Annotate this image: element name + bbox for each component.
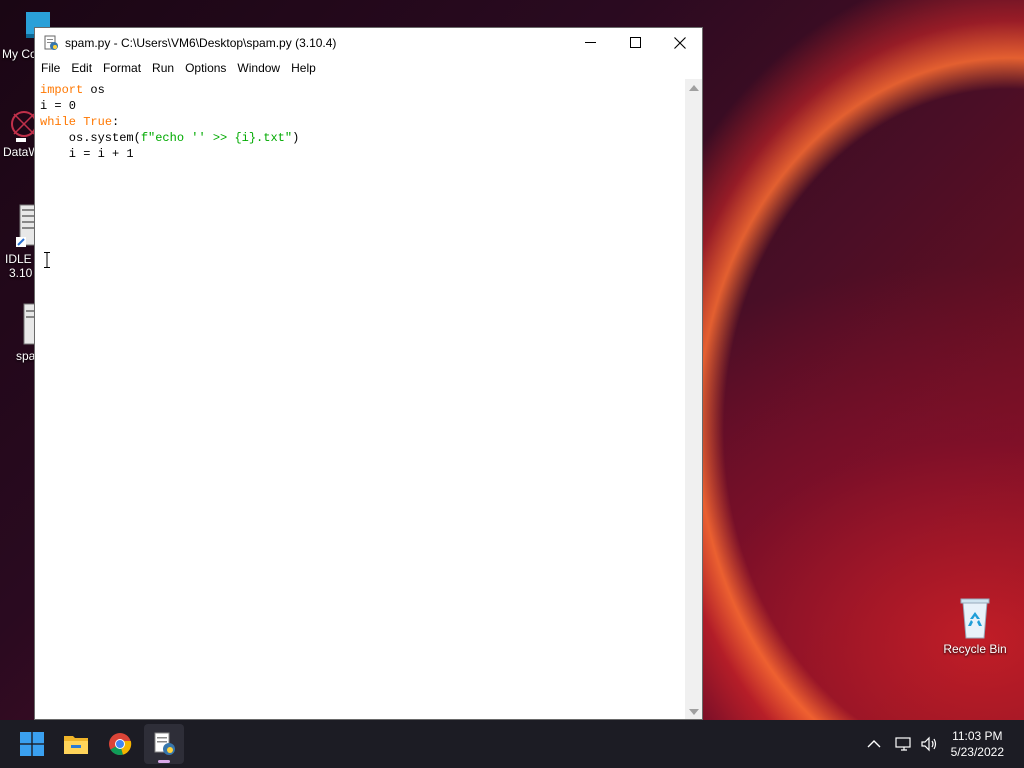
active-indicator [158,760,170,763]
chevron-up-icon[interactable] [867,739,881,749]
chrome-icon [109,733,132,756]
file-explorer-button[interactable] [56,720,96,768]
text-cursor-icon [44,252,50,268]
desktop-icon-label: Recycle Bin [943,642,1007,656]
menu-format[interactable]: Format [98,61,146,75]
code-token: : [112,115,120,129]
menu-help[interactable]: Help [286,61,321,75]
keyword: import [40,83,84,97]
idle-editor-window[interactable]: spam.py - C:\Users\VM6\Desktop\spam.py (… [34,27,703,720]
code-line-5: i = i + 1 [40,147,134,161]
idle-file-icon [44,35,58,50]
system-tray: 11:03 PM 5/23/2022 [867,720,1024,768]
chrome-button[interactable] [100,720,140,768]
python-file-icon [23,303,39,345]
minimize-icon [584,42,596,43]
network-icon[interactable] [895,736,913,752]
code-line-1: import os [40,82,685,98]
desktop-icon-recycle-bin[interactable]: Recycle Bin [940,594,1010,656]
keyword: while [40,115,77,129]
title-bar[interactable]: spam.py - C:\Users\VM6\Desktop\spam.py (… [35,28,702,57]
clock[interactable]: 11:03 PM 5/23/2022 [951,728,1004,760]
menu-options[interactable]: Options [180,61,231,75]
string-literal: f"echo '' >> {i}.txt" [140,131,293,145]
idle-taskbar-button[interactable] [144,724,184,764]
code-line-3: while True: [40,114,685,130]
recycle-bin-icon [960,598,990,639]
close-button[interactable] [657,28,703,57]
menu-edit[interactable]: Edit [66,61,97,75]
minimize-button[interactable] [567,28,613,57]
windows-start-icon [20,732,44,756]
maximize-button[interactable] [612,28,658,57]
keyword: True [83,115,113,129]
idle-icon [16,204,37,247]
file-explorer-icon [64,736,88,754]
window-title: spam.py - C:\Users\VM6\Desktop\spam.py (… [65,35,337,50]
scroll-down-arrow-icon[interactable] [689,709,699,715]
vertical-scrollbar[interactable] [685,79,702,719]
menu-bar: File Edit Format Run Options Window Help [35,57,702,80]
menu-file[interactable]: File [36,61,65,75]
code-editor[interactable]: import os i = 0 while True: os.system(f"ec… [35,79,685,719]
close-icon [674,36,686,49]
clock-time: 11:03 PM [952,729,1003,743]
volume-icon[interactable] [921,736,939,752]
code-token: ) [292,131,300,145]
code-line-2: i = 0 [40,99,77,113]
code-token: os.system( [40,131,141,145]
code-line-4: os.system(f"echo '' >> {i}.txt") [40,130,685,146]
data-app-icon [11,111,37,142]
menu-run[interactable]: Run [147,61,179,75]
taskbar: 11:03 PM 5/23/2022 [0,720,1024,768]
code-token: os [83,83,105,97]
start-button[interactable] [12,720,52,768]
menu-window[interactable]: Window [232,61,285,75]
idle-python-icon [154,732,175,755]
clock-date: 5/23/2022 [950,745,1004,759]
maximize-icon [629,37,641,48]
code-text: import os i = 0 while True: os.system(f"ec… [35,79,685,162]
scroll-up-arrow-icon[interactable] [689,85,699,91]
